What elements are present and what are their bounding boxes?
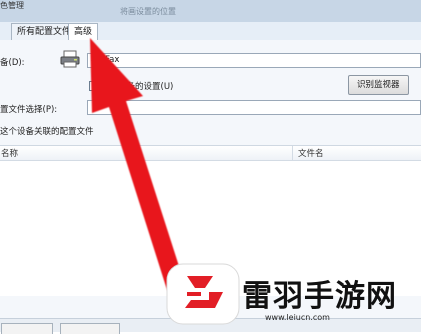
watermark-logo-icon — [166, 263, 240, 325]
watermark-url: www.leiucn.com — [265, 313, 330, 322]
arrow-icon — [90, 38, 186, 293]
watermark-brand-text: 雷羽手游网 — [242, 279, 397, 314]
